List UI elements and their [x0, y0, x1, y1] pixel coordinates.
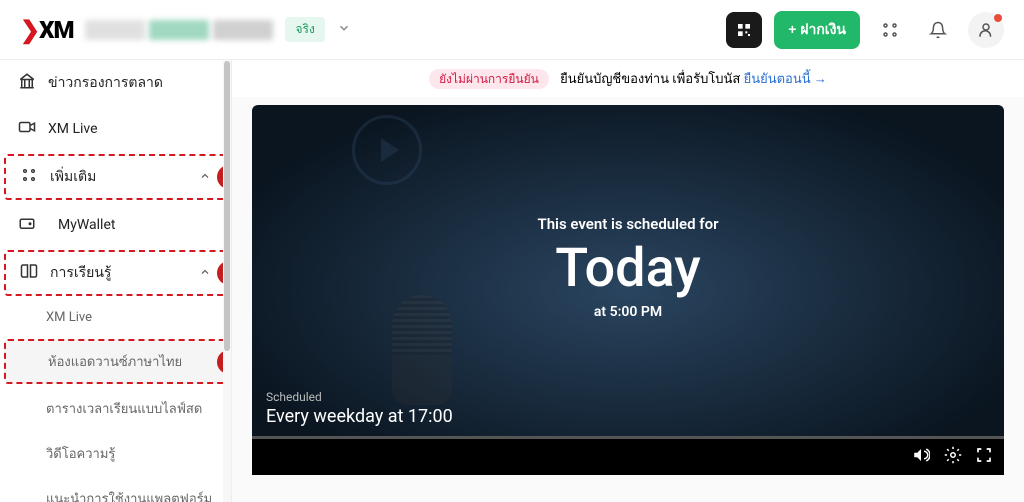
apps-grid-icon[interactable] [872, 12, 908, 48]
main-content: ยังไม่ผ่านการยืนยัน ยืนยันบัญชีของท่าน เ… [232, 60, 1024, 502]
account-blurred [85, 20, 273, 40]
schedule-label: Scheduled [266, 390, 990, 404]
video-controls-bar [252, 439, 1004, 475]
bell-icon[interactable] [920, 12, 956, 48]
chevron-up-icon [199, 266, 211, 281]
account-status-badge: จริง [285, 17, 324, 42]
sidebar-item-market-news[interactable]: ข่าวกรองการตลาด [0, 60, 231, 106]
video-player: This event is scheduled for Today at 5:0… [252, 105, 1004, 475]
sidebar-sub-schedule[interactable]: ตารางเวลาเรียนแบบไลฟ์สด [0, 386, 231, 431]
fullscreen-icon[interactable] [976, 447, 992, 467]
verify-status-pill: ยังไม่ผ่านการยืนยัน [429, 69, 549, 89]
event-info: This event is scheduled for Today at 5:0… [252, 215, 1004, 320]
sidebar-label: การเรียนรู้ [50, 262, 111, 284]
schedule-text: Every weekday at 17:00 [266, 406, 990, 427]
sidebar-item-learn[interactable]: การเรียนรู้ 2 [4, 250, 227, 296]
wallet-icon [18, 214, 36, 236]
sidebar-label: ข่าวกรองการตลาด [48, 72, 163, 94]
arrow-right-icon: → [814, 72, 827, 87]
play-circle-art [352, 115, 422, 185]
top-header: ❯XM จริง + ฝากเงิน [0, 0, 1024, 60]
book-icon [20, 262, 38, 284]
sidebar: ข่าวกรองการตลาด XM Live เพิ่มเติม 1 MyWa… [0, 60, 232, 502]
bank-icon [18, 72, 36, 94]
grid-icon [20, 167, 38, 187]
event-day: Today [252, 237, 1004, 300]
sidebar-sub-xmlive[interactable]: XM Live [0, 298, 231, 337]
verify-text: ยืนยันบัญชีของท่าน เพื่อรับโบนัส [560, 72, 740, 87]
video-icon [18, 118, 36, 140]
sidebar-sub-advance-thai[interactable]: ห้องแอดวานซ์ภาษาไทย 3 [4, 339, 227, 384]
sidebar-scrollbar[interactable] [223, 60, 231, 502]
sidebar-sub-platform[interactable]: แนะนำการใช้งานแพลตฟอร์ม [0, 476, 231, 502]
qr-icon[interactable] [726, 12, 762, 48]
chevron-up-icon [199, 170, 211, 185]
event-line1: This event is scheduled for [252, 215, 1004, 233]
sidebar-item-xmlive[interactable]: XM Live [0, 106, 231, 152]
verify-banner: ยังไม่ผ่านการยืนยัน ยืนยันบัญชีของท่าน เ… [232, 60, 1024, 97]
settings-gear-icon[interactable] [944, 446, 962, 468]
sidebar-item-mywallet[interactable]: MyWallet [0, 202, 231, 248]
sidebar-label: เพิ่มเติม [50, 166, 96, 188]
schedule-overlay: Scheduled Every weekday at 17:00 [264, 382, 992, 435]
event-time: at 5:00 PM [252, 304, 1004, 320]
verify-link[interactable]: ยืนยันตอนนี้ [744, 72, 811, 87]
sidebar-label: XM Live [48, 121, 98, 137]
notification-dot [994, 14, 1002, 22]
sidebar-item-more[interactable]: เพิ่มเติม 1 [4, 154, 227, 200]
volume-icon[interactable] [912, 446, 930, 468]
deposit-button[interactable]: + ฝากเงิน [774, 11, 860, 49]
account-dropdown-icon[interactable] [337, 20, 351, 39]
logo[interactable]: ❯XM [20, 16, 73, 44]
sidebar-sub-video[interactable]: วิดีโอความรู้ [0, 431, 231, 476]
sidebar-label: MyWallet [58, 217, 115, 233]
profile-icon[interactable] [968, 12, 1004, 48]
